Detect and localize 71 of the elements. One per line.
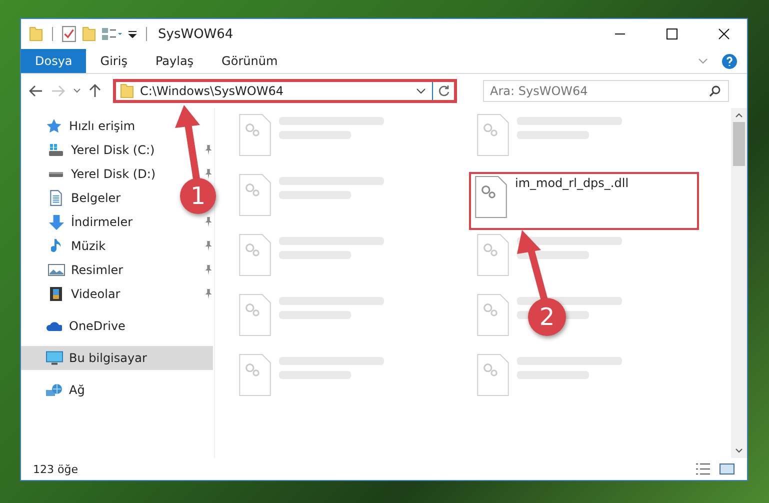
folder-icon [29,27,43,41]
pin-icon[interactable] [204,217,213,227]
address-bar[interactable]: C:\Windows\SysWOW64 [113,79,457,103]
dll-file-icon [477,354,509,396]
sidebar-item[interactable]: Yerel Disk (C:) [21,138,163,162]
ribbon-tab[interactable]: Dosya [21,49,86,73]
music-note-icon [51,238,61,254]
sidebar-item[interactable]: Ağ [21,378,93,402]
back-button[interactable] [29,85,43,97]
sidebar-item[interactable]: İndirmeler [21,210,141,234]
file-item[interactable]: im_mod_rl_dps_.dll [469,172,699,230]
details-view-icon[interactable] [695,463,711,475]
pin-icon[interactable] [204,265,213,275]
minimize-icon [614,33,626,35]
window-title: SysWOW64 [158,26,234,42]
maximize-icon [666,28,678,40]
pin-icon[interactable] [204,169,213,179]
ribbon-tab[interactable]: Giriş [86,49,142,73]
pin-icon[interactable] [204,289,213,299]
help-icon[interactable] [722,54,737,68]
sidebar-item[interactable]: Hızlı erişim [21,114,144,138]
film-icon [50,287,62,301]
sidebar-item[interactable]: Resimler [21,258,132,282]
cloud-icon [46,321,62,331]
ribbon-tab[interactable]: Paylaş [141,49,208,73]
properties-icon[interactable] [62,26,76,42]
folder-icon [120,84,134,98]
item-count: 123 öğe [33,462,78,476]
dll-file-icon [475,176,507,218]
document-icon [50,190,62,206]
dll-file-icon [477,294,509,336]
search-field[interactable]: Ara: SysWOW64 [483,80,729,102]
star-icon [46,119,62,133]
sidebar-item[interactable]: Müzik [21,234,114,258]
pin-icon[interactable] [204,145,213,155]
sidebar-item[interactable]: OneDrive [21,314,134,338]
new-folder-icon [82,27,96,41]
down-arrow-icon [48,214,64,230]
caret-icon[interactable] [416,88,426,94]
globe-icon [46,384,62,396]
pin-icon[interactable] [204,241,213,251]
dll-file-icon [239,354,271,396]
sidebar-item[interactable]: Bu bilgisayar [21,346,213,370]
dll-file-icon [477,234,509,276]
dll-file-icon [239,174,271,216]
up-button[interactable] [89,84,101,98]
drive-icon [49,172,63,176]
scrollbar-thumb[interactable] [733,122,745,166]
dll-file-icon [477,114,509,156]
dll-file-icon [239,234,271,276]
dll-file-icon [239,294,271,336]
dropdown-icon[interactable] [128,30,137,38]
recent-dropdown[interactable] [73,88,81,94]
address-field[interactable]: C:\Windows\SysWOW64 [134,83,416,99]
drive-icon [49,144,63,156]
close-icon [718,28,730,40]
blurred-file-type [517,251,589,259]
refresh-icon [438,85,450,97]
scroll-up-icon[interactable] [735,112,743,118]
chevron-icon[interactable] [698,58,708,64]
search-icon [709,85,721,97]
monitor-icon [46,351,62,365]
thumbnail-view-icon[interactable] [719,463,735,475]
sidebar-item[interactable]: Yerel Disk (D:) [21,162,164,186]
layout-icon[interactable] [102,28,122,40]
sidebar-item[interactable]: Belgeler [21,186,129,210]
scroll-down-icon[interactable] [735,448,743,454]
dll-file-icon [239,114,271,156]
ribbon-tab[interactable]: Görünüm [208,49,292,73]
picture-icon [48,264,64,276]
sidebar-item[interactable]: Videolar [21,282,128,306]
